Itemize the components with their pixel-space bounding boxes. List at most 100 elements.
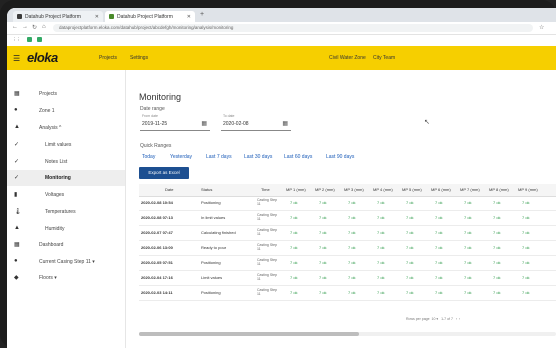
column-header-status[interactable]: Status <box>201 184 213 197</box>
quick-range-today[interactable]: Today <box>142 154 155 160</box>
column-header-mp9[interactable]: MP 9 (mm) <box>518 184 538 197</box>
close-icon[interactable]: ✕ <box>95 14 99 20</box>
hamburger-menu-icon[interactable]: ☰ <box>13 54 20 63</box>
sidebar-item-notes-list[interactable]: ✓ Notes List <box>7 154 125 170</box>
rows-per-page-select[interactable]: 10 <box>432 317 436 321</box>
sidebar-item-voltages[interactable]: ▮ Voltages <box>7 187 125 203</box>
back-icon[interactable]: ← <box>12 24 18 30</box>
calendar-icon[interactable]: ▦ <box>201 120 207 127</box>
url-input[interactable]: dataprojectplatform.eloka.com/datahub/pr… <box>53 24 533 32</box>
row-value: 7 ok <box>406 230 414 235</box>
table-row[interactable]: 2020-02-07 07:47 Calculating finished Cast… <box>139 227 556 241</box>
apps-icon[interactable]: ⋮⋮ <box>12 37 21 43</box>
quick-range-90-days[interactable]: Last 90 days <box>326 154 354 160</box>
row-value: 7 ok <box>435 230 443 235</box>
column-header-time[interactable]: Time <box>261 184 270 197</box>
row-value: 7 ok <box>522 260 530 265</box>
row-status: Ready to pour <box>201 245 227 250</box>
sidebar-item-monitoring[interactable]: ✓ Monitoring <box>7 170 125 186</box>
zone-selector[interactable]: Civil Water Zone <box>329 55 366 61</box>
export-excel-button[interactable]: Export as Excel <box>139 167 189 179</box>
row-value: 7 ok <box>493 245 501 250</box>
sidebar-item-humidity[interactable]: ▲ Humidity <box>7 221 125 237</box>
prev-page-icon[interactable]: ‹ <box>456 317 457 321</box>
row-value: 7 ok <box>493 200 501 205</box>
row-value: 7 ok <box>522 245 530 250</box>
home-icon[interactable]: ⌂ <box>42 24 46 30</box>
new-tab-icon[interactable]: + <box>200 11 204 18</box>
main-content: Monitoring Date range From date 2019-11-… <box>126 70 556 348</box>
row-value: 7 ok <box>319 230 327 235</box>
sidebar-item-limit-values[interactable]: ✓ Limit values <box>7 137 125 153</box>
quick-range-yesterday[interactable]: Yesterday <box>170 154 192 160</box>
page-title: Monitoring <box>139 92 182 102</box>
forward-icon[interactable]: → <box>22 24 28 30</box>
quick-range-30-days[interactable]: Last 30 days <box>244 154 272 160</box>
table-row[interactable]: 2020-02-05 07:51 Positioning Casting Step … <box>139 257 556 271</box>
row-value: 7 ok <box>464 245 472 250</box>
sidebar-item-label: Projects <box>39 91 58 97</box>
row-value: 7 ok <box>290 200 298 205</box>
row-status: In limit values <box>201 215 226 220</box>
sidebar-item-analysis[interactable]: ▲ Analysis ^ <box>7 120 125 136</box>
row-value: 7 ok <box>348 200 356 205</box>
row-value: 7 ok <box>522 290 530 295</box>
row-state: Casting Step 11 <box>257 273 278 281</box>
table-row[interactable]: 2020-02-03 14:11 Positioning Casting Step … <box>139 287 556 301</box>
column-header-date[interactable]: Date <box>165 184 174 197</box>
horizontal-scrollbar[interactable] <box>139 332 556 336</box>
bookmarks-bar: ⋮⋮ <box>7 35 556 45</box>
reload-icon[interactable]: ↻ <box>32 24 37 31</box>
column-header-mp2[interactable]: MP 2 (mm) <box>315 184 335 197</box>
star-icon[interactable]: ☆ <box>539 24 544 31</box>
quick-range-60-days[interactable]: Last 60 days <box>284 154 312 160</box>
tab-label: Datahub Project Platform <box>117 13 173 20</box>
column-header-mp8[interactable]: MP 8 (mm) <box>489 184 509 197</box>
bookmark-icon[interactable] <box>27 37 32 42</box>
column-header-mp3[interactable]: MP 3 (mm) <box>344 184 364 197</box>
date-range-label: Date range <box>140 106 165 112</box>
table-row[interactable]: 2020-02-08 07:13 In limit values Casting S… <box>139 212 556 226</box>
nav-projects[interactable]: Projects <box>99 55 117 61</box>
team-selector[interactable]: City Team <box>373 55 395 61</box>
quick-ranges-label: Quick Ranges <box>140 143 172 149</box>
grid-icon: ▦ <box>14 91 20 97</box>
calendar-icon[interactable]: ▦ <box>282 120 288 127</box>
sidebar-item-dashboard[interactable]: ▦ Dashboard <box>7 237 125 253</box>
row-date: 2020-02-06 13:00 <box>141 245 173 250</box>
row-value: 7 ok <box>290 260 298 265</box>
sidebar-item-casing-step[interactable]: ● Current Casing Step 11 ▾ <box>7 254 125 270</box>
quick-range-7-days[interactable]: Last 7 days <box>206 154 232 160</box>
column-header-mp5[interactable]: MP 5 (mm) <box>402 184 422 197</box>
column-header-mp6[interactable]: MP 6 (mm) <box>431 184 451 197</box>
pin-icon: ● <box>14 258 18 264</box>
scrollbar-thumb[interactable] <box>139 332 359 336</box>
sidebar-item-floors[interactable]: ◆ Floors ▾ <box>7 270 125 286</box>
table-row[interactable]: 2020-02-06 13:00 Ready to pour Casting Ste… <box>139 242 556 256</box>
row-value: 7 ok <box>464 290 472 295</box>
column-header-mp7[interactable]: MP 7 (mm) <box>460 184 480 197</box>
bookmark-icon[interactable] <box>37 37 42 42</box>
row-value: 7 ok <box>406 290 414 295</box>
row-value: 7 ok <box>377 215 385 220</box>
column-header-mp4[interactable]: MP 4 (mm) <box>373 184 393 197</box>
row-value: 7 ok <box>319 215 327 220</box>
from-date-field[interactable]: From date 2019-11-25 ▦ <box>140 114 210 131</box>
row-value: 7 ok <box>493 275 501 280</box>
sidebar-item-projects[interactable]: ▦ Projects <box>7 86 125 102</box>
table-row[interactable]: 2020-02-04 17:16 Limit values Casting Step… <box>139 272 556 286</box>
row-state: Casting Step 11 <box>257 243 278 251</box>
close-icon[interactable]: ✕ <box>187 14 191 20</box>
next-page-icon[interactable]: › <box>459 317 460 321</box>
sidebar-item-temperatures[interactable]: 🌡 Temperatures <box>7 204 125 220</box>
browser-tab[interactable]: Datahub Project Platform ✕ <box>105 11 195 22</box>
sidebar-item-label: Limit values <box>45 142 72 148</box>
nav-settings[interactable]: Settings <box>130 55 148 61</box>
column-header-mp1[interactable]: MP 1 (mm) <box>286 184 306 197</box>
to-date-field[interactable]: To date 2020-02-08 ▦ <box>221 114 291 131</box>
browser-tab[interactable]: Datahub Project Platform ✕ <box>13 11 103 22</box>
to-date-label: To date <box>223 114 235 118</box>
row-value: 7 ok <box>290 290 298 295</box>
table-row[interactable]: 2020-02-08 10:54 Positioning Casting Step … <box>139 197 556 211</box>
sidebar-item-zone[interactable]: ● Zone 1 <box>7 103 125 119</box>
